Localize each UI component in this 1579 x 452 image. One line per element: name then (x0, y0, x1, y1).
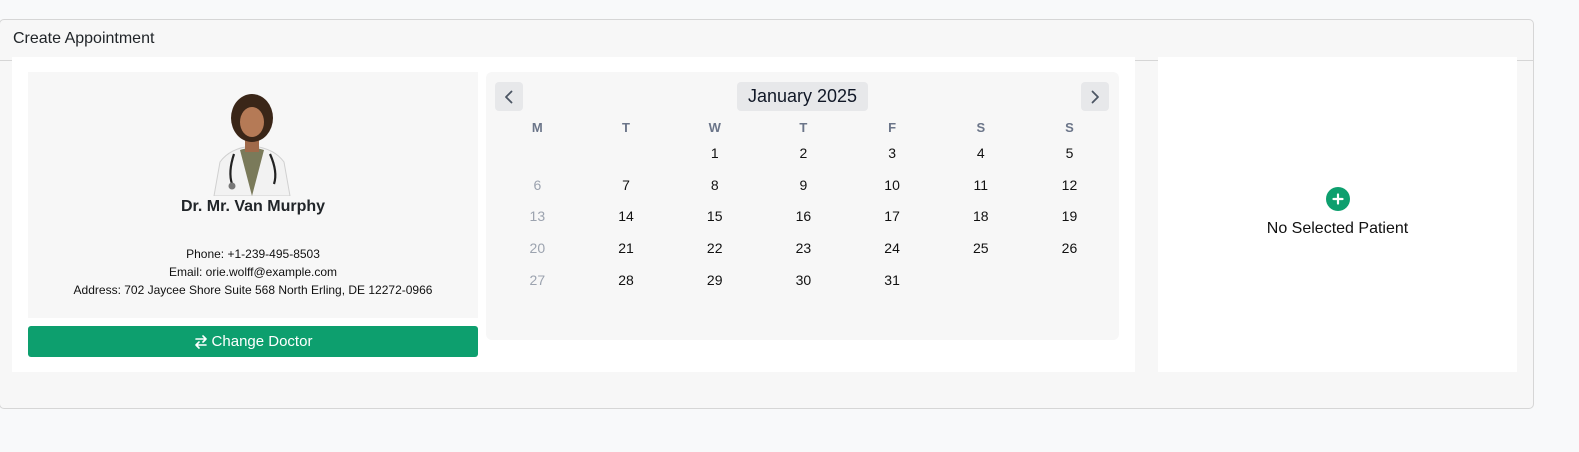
no-patient-label: No Selected Patient (1266, 220, 1409, 237)
calendar-day[interactable]: 23 (759, 233, 848, 265)
calendar-day[interactable]: 6 (493, 170, 582, 202)
calendar-day[interactable]: 8 (670, 170, 759, 202)
calendar-day[interactable]: 27 (493, 265, 582, 297)
calendar-day[interactable]: 20 (493, 233, 582, 265)
plus-icon (1332, 193, 1344, 205)
calendar-empty-cell (582, 138, 671, 170)
change-doctor-button[interactable]: Change Doctor (28, 326, 478, 357)
calendar-day[interactable]: 30 (759, 265, 848, 297)
calendar-day[interactable]: 21 (582, 233, 671, 265)
doctor-avatar (213, 94, 291, 196)
calendar-day[interactable]: 18 (936, 201, 1025, 233)
calendar-day[interactable]: 22 (670, 233, 759, 265)
doctor-email: Email: orie.wolff@example.com (168, 265, 338, 279)
main-panel: Dr. Mr. Van Murphy Phone: +1-239-495-850… (12, 57, 1135, 372)
calendar-grid: M T W T F S S 1 2 3 4 5 6 7 8 9 10 11 12 13 14 15 16 17 18 19 20 21… (493, 120, 1115, 296)
calendar-day[interactable]: 14 (582, 201, 671, 233)
calendar-day[interactable]: 15 (670, 201, 759, 233)
calendar-day[interactable]: 24 (848, 233, 937, 265)
doctor-phone: Phone: +1-239-495-8503 (186, 247, 320, 261)
calendar-day[interactable]: 11 (936, 170, 1025, 202)
calendar-empty-cell (936, 265, 1025, 297)
calendar-day[interactable]: 28 (582, 265, 671, 297)
weekday-header: T (799, 120, 808, 135)
calendar-empty-cell (1025, 265, 1114, 297)
calendar-day[interactable]: 12 (1025, 170, 1114, 202)
calendar-day[interactable]: 10 (848, 170, 937, 202)
calendar-day[interactable]: 7 (582, 170, 671, 202)
doctor-name: Dr. Mr. Van Murphy (180, 198, 326, 215)
calendar-day[interactable]: 1 (670, 138, 759, 170)
weekday-header: M (531, 120, 543, 135)
weekday-header: T (622, 120, 630, 135)
chevron-left-icon (505, 90, 513, 103)
calendar-day[interactable]: 3 (848, 138, 937, 170)
calendar: January 2025 M T W T F S S 1 2 3 4 5 6 7 8 9 10 11 12 13 14 1… (486, 72, 1119, 340)
add-patient-button[interactable] (1326, 187, 1350, 211)
calendar-day[interactable]: 31 (848, 265, 937, 297)
calendar-empty-cell (493, 138, 582, 170)
patient-panel: No Selected Patient (1158, 57, 1517, 372)
calendar-day[interactable]: 17 (848, 201, 937, 233)
calendar-day[interactable]: 5 (1025, 138, 1114, 170)
calendar-day[interactable]: 26 (1025, 233, 1114, 265)
calendar-day[interactable]: 19 (1025, 201, 1114, 233)
calendar-day[interactable]: 13 (493, 201, 582, 233)
chevron-right-icon (1091, 90, 1099, 103)
page-title: Create Appointment (0, 20, 1533, 61)
doctor-address: Address: 702 Jaycee Shore Suite 568 Nort… (73, 283, 433, 297)
month-label[interactable]: January 2025 (737, 82, 868, 111)
weekday-header: F (888, 120, 897, 135)
prev-month-button[interactable] (495, 82, 523, 111)
calendar-day[interactable]: 2 (759, 138, 848, 170)
doctor-info: Phone: +1-239-495-8503 Email: orie.wolff… (28, 245, 478, 299)
weekday-header: S (976, 120, 986, 135)
calendar-day[interactable]: 25 (936, 233, 1025, 265)
calendar-day[interactable]: 16 (759, 201, 848, 233)
weekday-header: W (708, 120, 721, 135)
calendar-day[interactable]: 4 (936, 138, 1025, 170)
doctor-card: Dr. Mr. Van Murphy Phone: +1-239-495-850… (28, 72, 478, 318)
calendar-day[interactable]: 9 (759, 170, 848, 202)
change-doctor-label: Change Doctor (211, 333, 313, 350)
next-month-button[interactable] (1081, 82, 1109, 111)
weekday-header: S (1065, 120, 1074, 135)
calendar-day[interactable]: 29 (670, 265, 759, 297)
swap-icon (194, 334, 207, 349)
